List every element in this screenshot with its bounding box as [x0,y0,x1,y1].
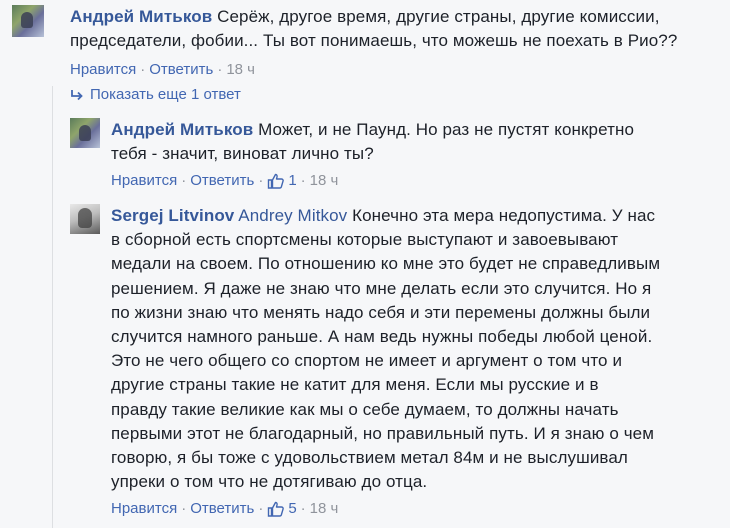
comment-text: Sergej Litvinov Andrey Mitkov Конечно эт… [111,204,660,494]
show-more-replies-label: Показать еще 1 ответ [90,86,241,103]
comment-line: медали на своем. По отношению ко мне это… [111,254,661,274]
like-link[interactable]: Нравится [70,60,136,80]
comment-line: Может, и не Паунд. Но раз не пустят конк… [258,120,634,139]
reply-link[interactable]: Ответить [149,60,213,80]
comment-line: председатели, фобии... Ты вот понимаешь,… [70,31,678,50]
comment-line: Конечно эта мера недопустима. У нас [352,206,656,225]
reply-link[interactable]: Ответить [190,171,254,191]
separator: · [300,500,306,518]
comment-body: Андрей Митьков Серёж, другое время, друг… [70,5,677,80]
separator: · [300,172,306,189]
comment-author[interactable]: Андрей Митьков [111,120,253,139]
comment-actions: Нравится · Ответить · 5 · 18 ч [111,499,660,519]
comment-line: Это не чего общего со спортом не имеет и… [111,351,623,371]
mention-link[interactable]: Andrey Mitkov [238,206,347,225]
comment-line: случится намного раньше. А нам ведь нужн… [111,327,653,347]
separator: · [140,61,146,78]
separator: · [258,500,264,518]
comment-line: правду такие великие как мы о себе думае… [111,399,619,419]
comment-line: решением. Я даже не знаю что мне делать … [111,278,652,298]
separator: · [181,500,187,518]
like-count-value: 5 [288,500,297,518]
comment-body: Sergej Litvinov Andrey Mitkov Конечно эт… [111,204,660,519]
comment-author[interactable]: Андрей Митьков [70,7,212,26]
timestamp[interactable]: 18 ч [310,499,339,519]
comment-line: первыми этот не благодарный, но правильн… [111,423,655,443]
comment-text: Андрей Митьков Может, и не Паунд. Но раз… [111,118,634,166]
comment-line: тебя - значит, виноват лично ты? [111,144,374,163]
avatar[interactable] [70,118,100,148]
like-link[interactable]: Нравится [111,171,177,191]
separator: · [217,61,223,78]
like-count-value: 1 [288,172,297,189]
comment-line: упреки о том что не дотягиваю до отца. [111,472,428,492]
thumbs-up-icon [268,502,285,518]
like-count[interactable]: 5 [267,499,297,519]
thread-line [52,86,53,528]
comment-author[interactable]: Sergej Litvinov [111,206,234,225]
show-more-replies-link[interactable]: Показать еще 1 ответ [70,86,241,103]
timestamp[interactable]: 18 ч [226,60,255,80]
separator: · [181,172,187,189]
avatar[interactable] [12,5,44,37]
comment-actions: Нравится · Ответить · 1 · 18 ч [111,171,634,191]
comment-body: Андрей Митьков Может, и не Паунд. Но раз… [111,118,634,191]
thumbs-up-icon [268,173,285,189]
reply-comment: Sergej Litvinov Andrey Mitkov Конечно эт… [70,204,725,519]
comment-text: Андрей Митьков Серёж, другое время, друг… [70,5,677,53]
comment: Андрей Митьков Серёж, другое время, друг… [12,5,722,80]
comment-line: по жизни знаю что менять надо себя и эти… [111,302,651,322]
comment-line: говорю, я бы тоже с удовольствием метал … [111,448,628,468]
timestamp[interactable]: 18 ч [310,171,339,191]
avatar[interactable] [70,204,100,234]
separator: · [258,172,264,189]
comment-actions: Нравится · Ответить · 18 ч [70,60,677,80]
reply-link[interactable]: Ответить [190,499,254,519]
like-count[interactable]: 1 [267,171,297,191]
reply-arrow-icon [71,89,83,100]
comment-line: в сборной есть спортсмены которые выступ… [111,230,619,250]
like-link[interactable]: Нравится [111,499,177,519]
reply-comment: Андрей Митьков Может, и не Паунд. Но раз… [70,118,720,191]
comment-line: Серёж, другое время, другие страны, друг… [217,7,660,26]
comment-line: другие страны такие не катит для меня. Е… [111,375,599,395]
